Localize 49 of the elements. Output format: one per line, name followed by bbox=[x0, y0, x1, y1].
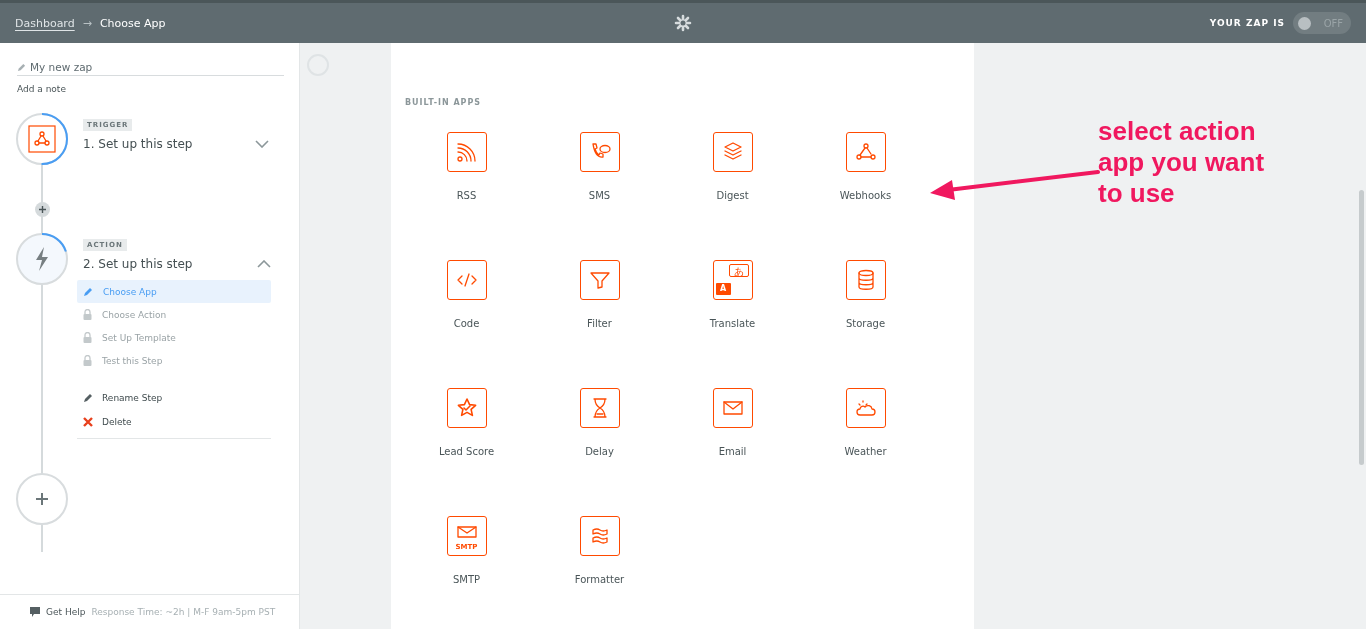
step-title[interactable]: 1. Set up this step bbox=[83, 137, 269, 151]
breadcrumb-separator: → bbox=[82, 16, 92, 30]
app-option[interactable]: Lead Score bbox=[400, 388, 533, 516]
plus-icon bbox=[39, 206, 46, 213]
app-option[interactable]: Webhooks bbox=[799, 132, 932, 260]
chat-icon bbox=[30, 606, 40, 617]
app-option[interactable]: Email bbox=[666, 388, 799, 516]
breadcrumb-current: Choose App bbox=[99, 16, 166, 30]
plus-icon bbox=[36, 493, 48, 505]
asterisk-logo-icon[interactable] bbox=[674, 14, 692, 32]
pencil-icon bbox=[17, 62, 26, 72]
envelope-icon bbox=[456, 526, 477, 538]
pencil-icon bbox=[83, 393, 93, 403]
lightning-icon bbox=[36, 247, 48, 271]
app-option[interactable]: Storage bbox=[799, 260, 932, 388]
app-option[interactable]: あ A Translate bbox=[666, 260, 799, 388]
add-step-button[interactable] bbox=[35, 202, 50, 217]
response-time-text: Response Time: ~2h | M-F 9am-5pm PST bbox=[91, 606, 276, 617]
zap-status-label: YOUR ZAP IS bbox=[1209, 18, 1285, 28]
delete-button[interactable]: Delete bbox=[77, 410, 271, 434]
app-option[interactable]: Code bbox=[400, 260, 533, 388]
get-help-link[interactable]: Get Help bbox=[46, 606, 86, 617]
step-circle[interactable] bbox=[15, 232, 69, 286]
app-option[interactable]: Formatter bbox=[533, 516, 666, 629]
lock-icon bbox=[83, 332, 92, 343]
chevron-up-icon bbox=[257, 260, 271, 268]
scrollbar-thumb[interactable] bbox=[1359, 190, 1364, 465]
app-option[interactable]: Digest bbox=[666, 132, 799, 260]
app-option[interactable]: Weather bbox=[799, 388, 932, 516]
breadcrumb-link[interactable]: Dashboard bbox=[15, 16, 75, 30]
app-option[interactable]: Delay bbox=[533, 388, 666, 516]
pencil-icon bbox=[83, 286, 93, 297]
app-option[interactable]: RSS bbox=[400, 132, 533, 260]
close-icon bbox=[83, 417, 93, 427]
step-circle[interactable] bbox=[15, 112, 69, 166]
annotation-text: select action app you want to use bbox=[1098, 116, 1266, 209]
lock-icon bbox=[83, 309, 92, 320]
app-option[interactable]: SMS bbox=[533, 132, 666, 260]
lock-icon bbox=[83, 355, 92, 366]
section-title: BUILT-IN APPS bbox=[405, 98, 483, 107]
app-option[interactable]: Filter bbox=[533, 260, 666, 388]
rss-icon bbox=[454, 140, 479, 164]
rename-button[interactable]: Rename Step bbox=[77, 386, 271, 410]
chevron-down-icon bbox=[255, 140, 269, 148]
add-note-link[interactable]: Add a note bbox=[17, 84, 66, 94]
speech-bubble: A bbox=[715, 283, 731, 295]
speech-bubble: あ bbox=[728, 264, 749, 277]
step-title[interactable]: 2. Set up this step bbox=[83, 257, 271, 271]
webhook-icon bbox=[28, 125, 56, 153]
